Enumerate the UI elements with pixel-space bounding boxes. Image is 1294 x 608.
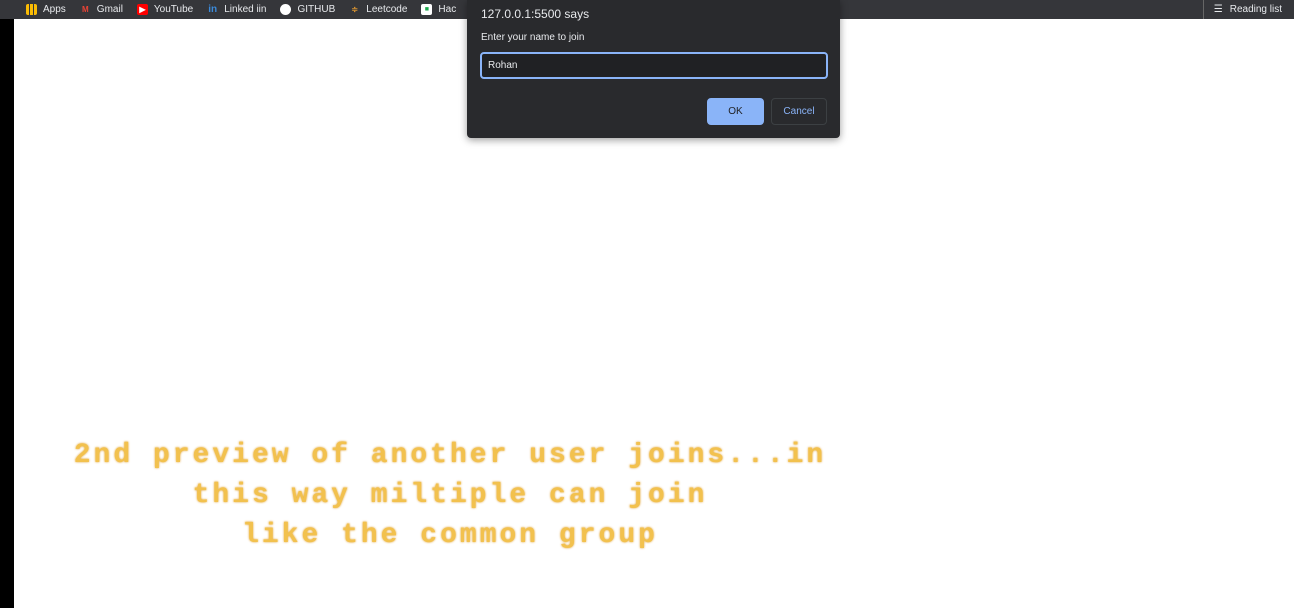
bookmark-leetcode[interactable]: ≑ Leetcode xyxy=(349,4,407,15)
cancel-button[interactable]: Cancel xyxy=(771,98,827,125)
reading-list-icon: ☰ xyxy=(1213,4,1223,15)
leetcode-icon: ≑ xyxy=(351,5,359,14)
prompt-dialog: 127.0.0.1:5500 says Enter your name to j… xyxy=(467,0,840,138)
left-edge xyxy=(0,0,14,608)
bookmark-linkedin[interactable]: in Linked iin xyxy=(207,4,266,15)
bookmark-gmail[interactable]: M Gmail xyxy=(80,4,123,15)
dialog-title: 127.0.0.1:5500 says xyxy=(481,7,590,21)
youtube-icon: ▶ xyxy=(136,4,148,15)
apps-grid-icon xyxy=(26,4,37,15)
ok-button[interactable]: OK xyxy=(707,98,764,125)
github-icon xyxy=(280,4,292,15)
caption-line: 2nd preview of another user joins...in xyxy=(73,440,827,471)
bookmark-github[interactable]: GITHUB xyxy=(280,4,335,15)
bookmark-apps[interactable]: Apps xyxy=(26,4,66,15)
bookmark-youtube[interactable]: ▶ YouTube xyxy=(136,4,193,15)
bookmark-hackerrank[interactable]: ■ Hac xyxy=(421,4,456,15)
hackerrank-icon: ■ xyxy=(421,4,433,15)
caption: 2nd preview of another user joins...in t… xyxy=(30,436,870,556)
name-input[interactable] xyxy=(480,52,828,79)
dialog-message: Enter your name to join xyxy=(481,32,585,43)
reading-list-button[interactable]: ☰ Reading list xyxy=(1202,0,1282,19)
caption-line: like the common group xyxy=(242,520,658,551)
gmail-icon: M xyxy=(81,5,89,14)
linkedin-icon: in xyxy=(208,4,218,15)
caption-line: this way miltiple can join xyxy=(192,480,708,511)
